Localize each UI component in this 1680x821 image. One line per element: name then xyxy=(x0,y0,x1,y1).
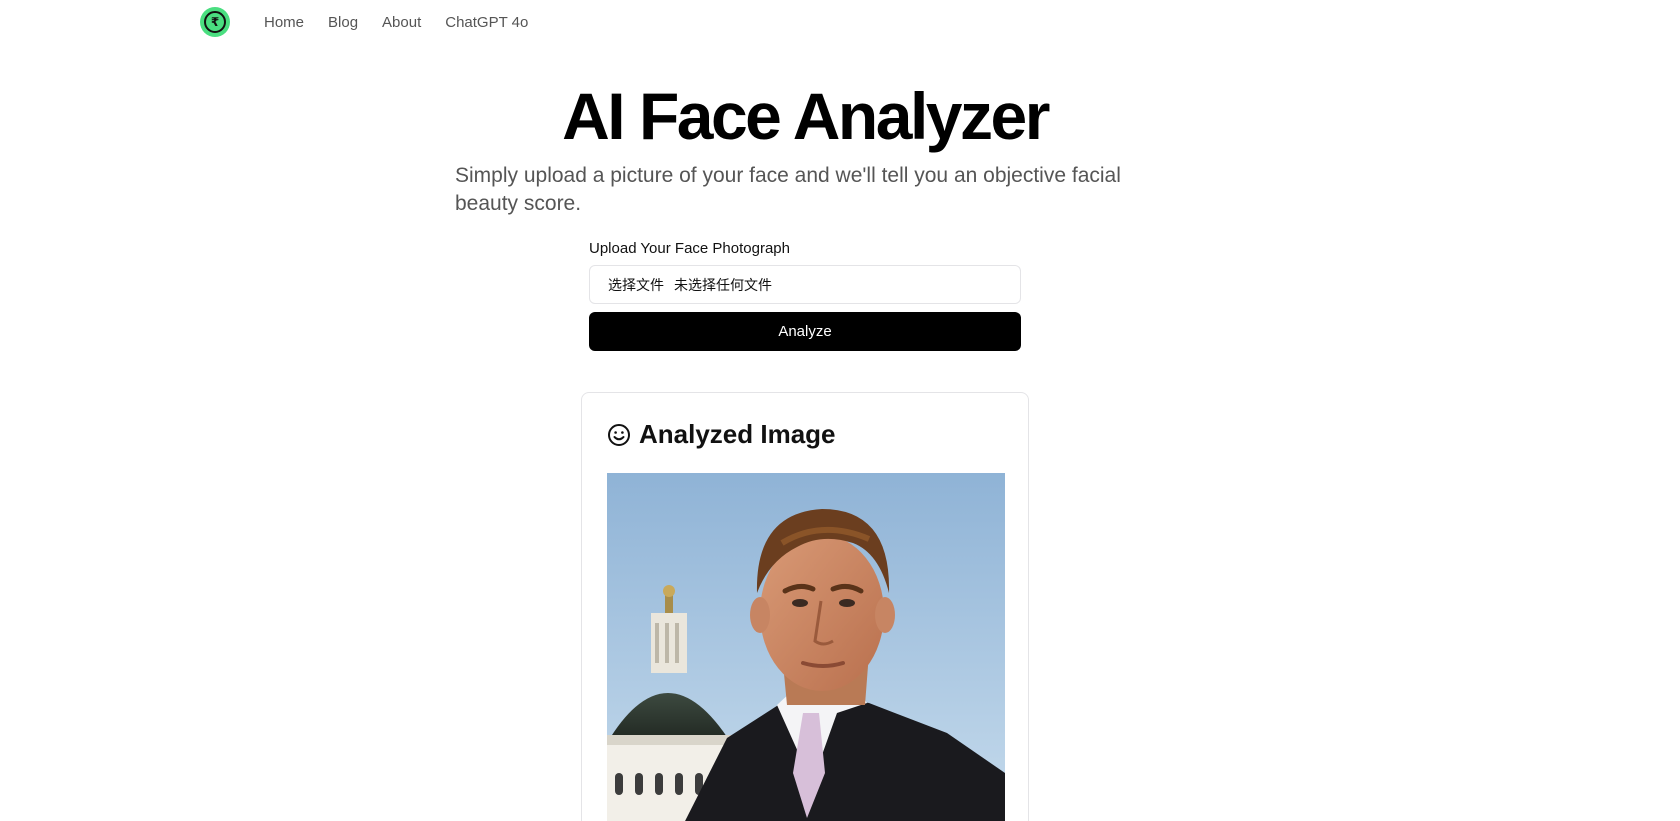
file-input[interactable]: 选择文件 未选择任何文件 xyxy=(589,265,1021,304)
nav-link-about[interactable]: About xyxy=(382,14,421,31)
logo-mark-icon: ₹ xyxy=(204,11,226,33)
analyzed-image-card: Analyzed Image xyxy=(581,392,1029,821)
choose-file-button[interactable]: 选择文件 xyxy=(608,275,664,295)
nav-link-home[interactable]: Home xyxy=(264,14,304,31)
analyze-button[interactable]: Analyze xyxy=(589,312,1021,351)
page-title: AI Face Analyzer xyxy=(562,79,1050,153)
smile-icon xyxy=(608,423,630,446)
upload-form: Upload Your Face Photograph 选择文件 未选择任何文件… xyxy=(589,240,1021,351)
analyzed-photo xyxy=(607,473,1005,821)
analyzed-photo-graphic xyxy=(607,473,1005,821)
nav-link-chatgpt[interactable]: ChatGPT 4o xyxy=(445,14,528,31)
brand-logo[interactable]: ₹ xyxy=(200,7,230,37)
card-header: Analyzed Image xyxy=(582,393,1028,450)
page-subtitle: Simply upload a picture of your face and… xyxy=(455,164,1121,215)
upload-label: Upload Your Face Photograph xyxy=(589,240,790,257)
card-title: Analyzed Image xyxy=(639,419,836,449)
file-status-text: 未选择任何文件 xyxy=(674,276,772,293)
top-nav: ₹ Home Blog About ChatGPT 4o xyxy=(200,6,552,38)
nav-link-blog[interactable]: Blog xyxy=(328,14,358,31)
